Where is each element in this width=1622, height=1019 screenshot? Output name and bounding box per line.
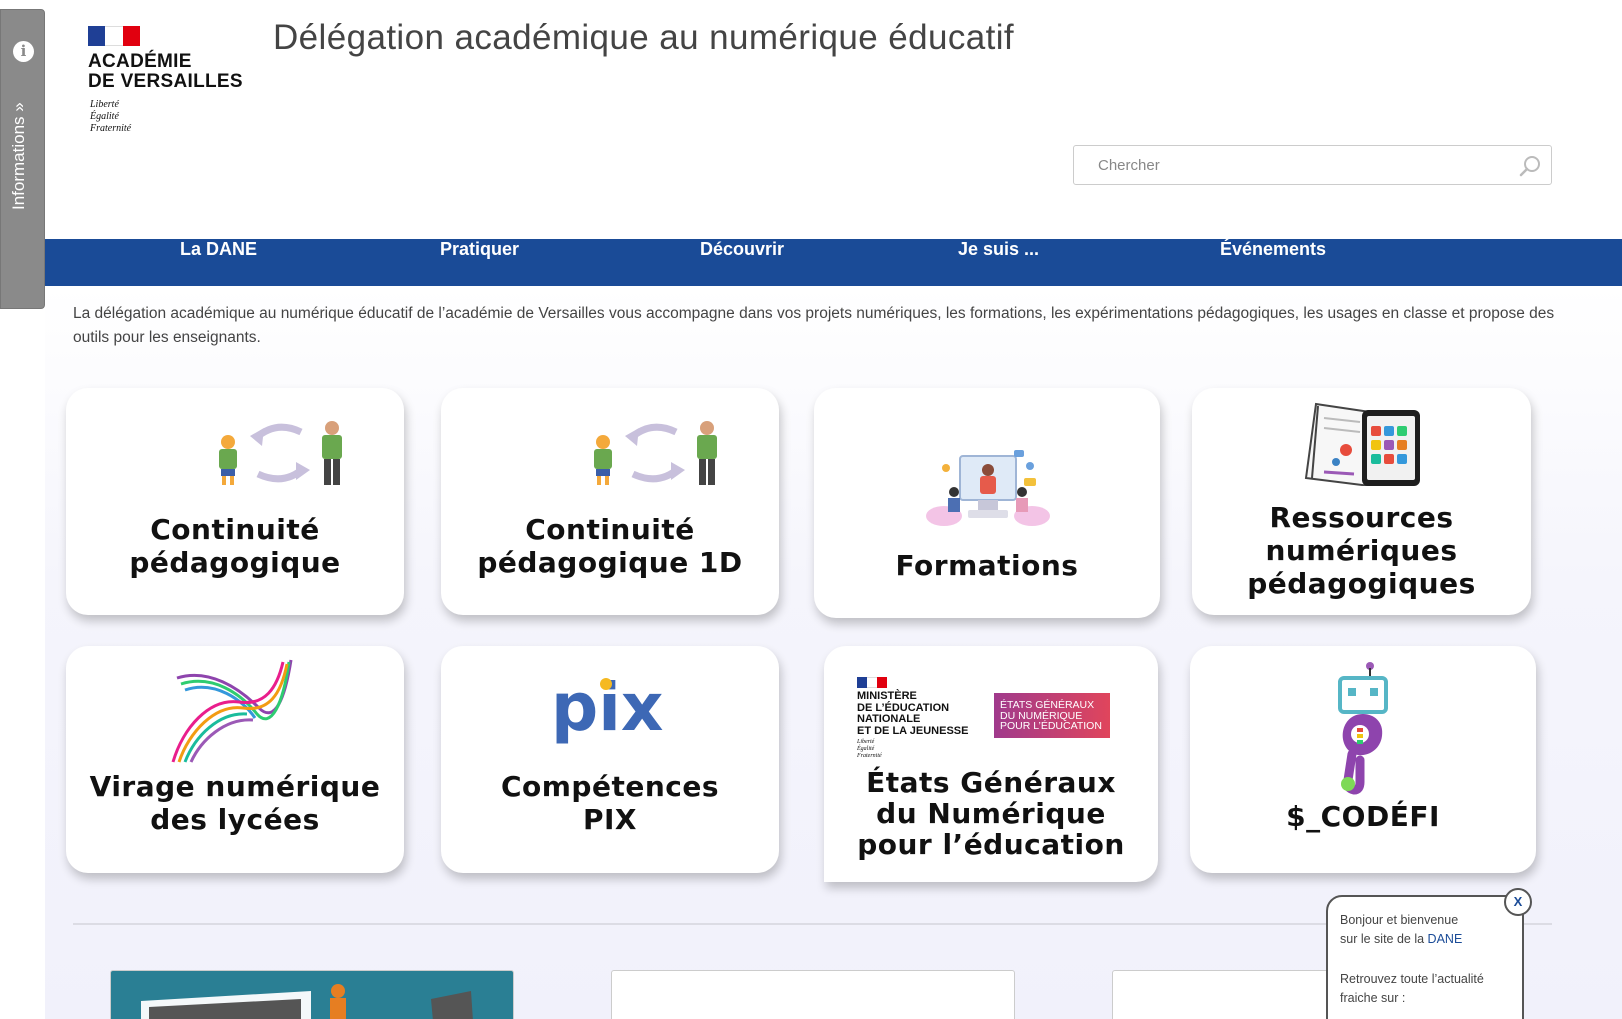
academie-logo[interactable]: ACADÉMIE DE VERSAILLES Liberté Égalité F… (88, 26, 248, 136)
nav-item-je-suis[interactable]: Je suis ... (958, 239, 1039, 286)
nav-item-la-dane[interactable]: La DANE (180, 239, 257, 286)
card-continuite-pedagogique-1d[interactable]: Continuité pédagogique 1D (441, 388, 779, 615)
card-etats-generaux[interactable]: MINISTÈRE DE L’ÉDUCATION NATIONALE ET DE… (824, 646, 1158, 882)
nav-item-pratiquer[interactable]: Pratiquer (440, 239, 519, 286)
card-title: Continuité pédagogique 1D (477, 513, 743, 579)
nav-item-evenements[interactable]: Événements (1220, 239, 1326, 286)
chat-news-line: Retrouvez toute l’actualité (1340, 972, 1484, 986)
republic-flag-icon (88, 26, 140, 46)
card-formations[interactable]: Formations (814, 388, 1160, 618)
card-codefi[interactable]: $_CODÉFI (1190, 646, 1536, 873)
ministry-logo: MINISTÈRE DE L’ÉDUCATION NATIONALE ET DE… (857, 677, 968, 760)
info-icon: i (13, 41, 34, 62)
informations-label: Informations » (9, 102, 28, 210)
search-input[interactable] (1098, 147, 1518, 183)
dane-link[interactable]: DANE (1428, 932, 1463, 946)
republic-motto: Liberté Égalité Fraternité (90, 99, 132, 134)
chat-news-line-2: fraiche sur : (1340, 991, 1406, 1005)
close-button[interactable]: X (1504, 888, 1532, 916)
chat-greeting: Bonjour et bienvenue (1340, 913, 1459, 927)
card-virage-numerique[interactable]: Virage numérique des lycées (66, 646, 404, 873)
card-title: Continuité pédagogique (129, 513, 341, 579)
republic-flag-icon (857, 677, 887, 688)
card-title: $_CODÉFI (1286, 800, 1440, 833)
informations-tab[interactable]: i Informations » (0, 9, 45, 309)
card-competences-pix[interactable]: pix Compétences PIX (441, 646, 779, 873)
card-title: Ressources numériques pédagogiques (1247, 501, 1476, 600)
pix-logo: pix (551, 674, 663, 746)
colorful-waves-icon (171, 659, 293, 763)
site-title: Délégation académique au numérique éduca… (273, 18, 1015, 57)
search-box (1073, 145, 1552, 185)
card-title: États Généraux du Numérique pour l’éducati… (857, 766, 1125, 861)
card-title: Virage numérique des lycées (89, 770, 381, 836)
online-training-illustration (926, 450, 1050, 526)
card-ressources-numeriques[interactable]: Ressources numériques pédagogiques (1192, 388, 1531, 615)
student-teacher-exchange-icon (594, 421, 717, 485)
book-tablet-icon (1304, 402, 1420, 486)
codefi-robot-icon (1338, 662, 1388, 795)
etats-generaux-badge: ÉTATS GÉNÉRAUX DU NUMÉRIQUE POUR L’ÉDUCA… (994, 693, 1110, 738)
institution-name: ACADÉMIE DE VERSAILLES (88, 51, 243, 92)
news-card-2[interactable] (611, 970, 1015, 1019)
card-title: Compétences PIX (500, 770, 720, 836)
news-image (141, 984, 473, 1019)
chat-site-line: sur le site de la DANE (1340, 932, 1463, 946)
card-continuite-pedagogique[interactable]: Continuité pédagogique (66, 388, 404, 615)
main-navigation: La DANE Pratiquer Découvrir Je suis ... … (45, 239, 1622, 286)
student-teacher-exchange-icon (219, 421, 342, 485)
welcome-chat-popup: Bonjour et bienvenue sur le site de la D… (1326, 895, 1524, 1019)
card-title: Formations (895, 549, 1079, 582)
search-icon[interactable] (1519, 155, 1541, 177)
news-card-1[interactable] (110, 970, 514, 1019)
nav-item-decouvrir[interactable]: Découvrir (700, 239, 784, 286)
intro-text: La délégation académique au numérique éd… (73, 305, 1555, 346)
